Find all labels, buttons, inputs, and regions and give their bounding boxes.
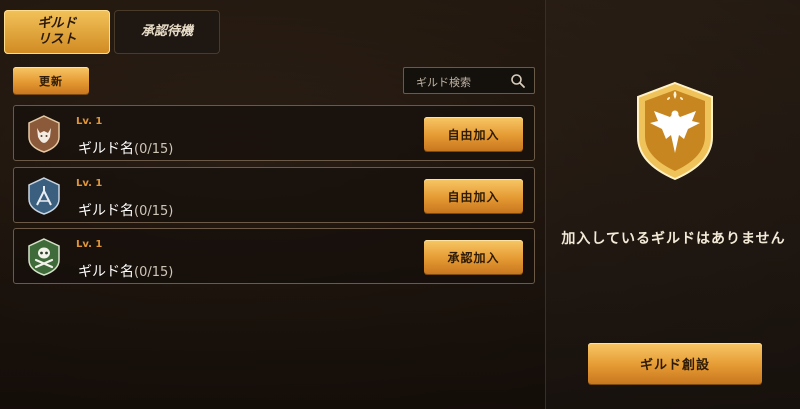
search-icon[interactable] [510, 73, 526, 89]
member-count: (0/15) [134, 204, 174, 219]
skull-emblem-icon [28, 238, 60, 276]
guild-row[interactable]: Lv. 1 ギルド名(0/15) 自由加入 [13, 105, 535, 161]
guild-list-panel: ギルド リスト 承認待機 更新 ギルド検索 Lv. 1 ギルド名(0/15) 自… [0, 0, 545, 409]
no-guild-message: 加入しているギルドはありません [561, 231, 786, 247]
guild-level: Lv. 1 [76, 239, 103, 250]
member-count: (0/15) [134, 265, 174, 280]
free-join-button[interactable]: 自由加入 [424, 117, 523, 151]
guild-row[interactable]: Lv. 1 ギルド名(0/15) 自由加入 [13, 167, 535, 223]
approval-join-button[interactable]: 承認加入 [424, 240, 523, 274]
guild-level: Lv. 1 [76, 178, 103, 189]
free-join-button[interactable]: 自由加入 [424, 179, 523, 213]
guild-name: ギルド名(0/15) [78, 141, 174, 157]
guild-name: ギルド名(0/15) [78, 203, 174, 219]
create-guild-button[interactable]: ギルド創設 [588, 343, 762, 384]
guild-search-input[interactable]: ギルド検索 [403, 67, 535, 94]
wolf-emblem-icon [28, 115, 60, 153]
my-guild-panel: 加入しているギルドはありません ギルド創設 [545, 0, 800, 409]
member-count: (0/15) [134, 142, 174, 157]
guild-level: Lv. 1 [76, 116, 103, 127]
tab-pending-approval[interactable]: 承認待機 [114, 10, 220, 54]
guild-row[interactable]: Lv. 1 ギルド名(0/15) 承認加入 [13, 228, 535, 284]
search-placeholder: ギルド検索 [416, 76, 471, 89]
crossed-swords-emblem-icon [28, 177, 60, 215]
eagle-crest-icon [637, 81, 713, 181]
refresh-button[interactable]: 更新 [13, 67, 89, 94]
guild-name: ギルド名(0/15) [78, 264, 174, 280]
tab-guild-list[interactable]: ギルド リスト [4, 10, 110, 54]
